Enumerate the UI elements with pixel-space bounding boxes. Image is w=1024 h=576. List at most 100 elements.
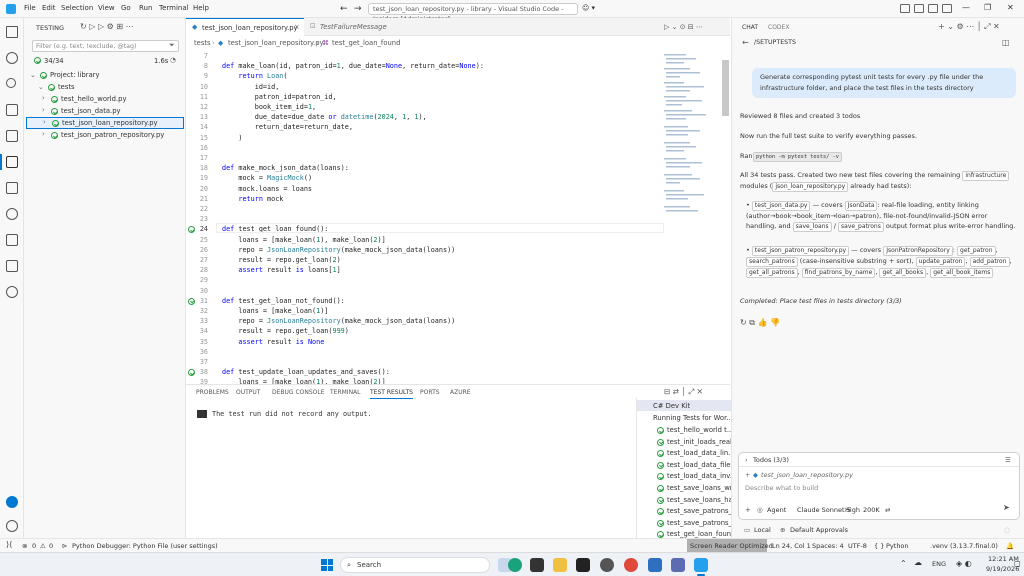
containers-icon[interactable]: [6, 234, 18, 246]
scrollbar[interactable]: [722, 60, 729, 116]
approvals-label[interactable]: Default Approvals: [790, 525, 848, 535]
restore-icon[interactable]: ❐: [984, 3, 991, 12]
remote-explorer-icon[interactable]: [6, 260, 18, 272]
method-chip[interactable]: add_patron: [969, 257, 1010, 267]
tab-output[interactable]: OUTPUT: [236, 389, 260, 396]
breadcrumb-tests[interactable]: tests: [194, 39, 211, 47]
class-chip[interactable]: JsonData: [844, 201, 878, 211]
ran-command[interactable]: python -m pytest tests/ -v: [753, 152, 842, 162]
tab-codex[interactable]: CODEX: [768, 23, 789, 33]
extensions-icon[interactable]: [6, 130, 18, 142]
toggle-panel-icon[interactable]: [928, 4, 938, 13]
vscode-insiders-icon[interactable]: [694, 558, 708, 572]
breadcrumb-function[interactable]: test_get_loan_found: [332, 39, 400, 47]
tree-item-tests[interactable]: ⌄ tests: [24, 82, 186, 93]
layout-icon[interactable]: [900, 4, 910, 13]
nav-forward-icon[interactable]: →: [354, 4, 362, 14]
testing-icon[interactable]: [6, 156, 18, 168]
result-row[interactable]: test_load_data_inv...: [667, 472, 736, 480]
tab-ports[interactable]: PORTS: [420, 389, 440, 396]
tab-test-results[interactable]: TEST RESULTS: [370, 389, 413, 399]
result-row[interactable]: test_init_loads_real...: [667, 438, 738, 446]
notification-center-icon[interactable]: ◻: [1014, 559, 1021, 568]
command-center[interactable]: test_json_loan_repository.py - library -…: [368, 3, 578, 23]
chrome-icon[interactable]: [624, 558, 638, 572]
settings-gear-icon[interactable]: [6, 520, 18, 532]
chat-input-box[interactable]: › Todos (3/3) ☰ + ◆ test_json_loan_repos…: [738, 452, 1020, 520]
indentation[interactable]: Spaces: 4: [812, 542, 844, 550]
menu-selection[interactable]: Selection: [61, 4, 93, 12]
tab-azure[interactable]: AZURE: [450, 389, 471, 396]
menu-go[interactable]: Go: [121, 4, 131, 12]
chat-actions-icons[interactable]: + ⌄ ⚙ ⋯ │ ⤢ ✕: [938, 22, 1000, 32]
result-row[interactable]: test_save_loans_wr...: [667, 484, 738, 492]
tree-item-test-json-data[interactable]: › test_json_data.py: [24, 106, 186, 117]
language-mode[interactable]: Python: [886, 542, 909, 550]
debugger-config[interactable]: Python Debugger: Python File (user setti…: [72, 542, 218, 550]
tab-terminal[interactable]: TERMINAL: [330, 389, 361, 396]
python-icon[interactable]: [6, 208, 18, 220]
github-icon[interactable]: [6, 286, 18, 298]
warning-icon[interactable]: ⚠: [40, 542, 46, 550]
azure-icon[interactable]: [6, 182, 18, 194]
openai-icon[interactable]: [600, 558, 614, 572]
minimap[interactable]: [662, 50, 720, 220]
method-chip[interactable]: get_patron: [957, 246, 996, 256]
method-chip[interactable]: get_all_patrons: [746, 268, 798, 278]
tree-item-test-json-loan-repository[interactable]: › test_json_loan_repository.py: [26, 117, 184, 129]
screen-reader-badge[interactable]: Screen Reader Optimized: [687, 539, 773, 552]
method-chip[interactable]: find_patrons_by_name: [801, 268, 876, 278]
tab-chat[interactable]: CHAT: [742, 23, 758, 33]
result-row[interactable]: test_save_patrons_...: [667, 519, 738, 527]
file-chip[interactable]: test_json_data.py: [751, 201, 811, 211]
copilot-icon[interactable]: ☺ ▾: [582, 4, 595, 12]
menu-help[interactable]: Help: [193, 4, 209, 12]
debug-icon[interactable]: ⊳: [62, 542, 67, 550]
tab-debug-console[interactable]: DEBUG CONSOLE: [272, 389, 325, 396]
method-chip[interactable]: get_all_book_items: [930, 268, 994, 278]
warning-count[interactable]: 0: [49, 542, 53, 550]
method-chip[interactable]: search_patrons: [746, 257, 798, 267]
menu-file[interactable]: File: [24, 4, 36, 12]
app3-icon[interactable]: [671, 558, 685, 572]
result-row[interactable]: test_save_patrons_...: [667, 507, 738, 515]
file-chip[interactable]: json_loan_repository.py: [772, 182, 849, 192]
edge-icon[interactable]: [508, 558, 522, 572]
windows-start-icon[interactable]: [321, 559, 333, 571]
encoding[interactable]: UTF-8: [848, 542, 867, 550]
local-label[interactable]: Local: [754, 525, 771, 535]
account-icon[interactable]: [6, 496, 18, 508]
minimize-icon[interactable]: —: [962, 3, 970, 12]
tray-chevron-icon[interactable]: ⌃: [900, 559, 907, 568]
cloud-icon[interactable]: ☁: [914, 558, 922, 567]
python-env[interactable]: .venv (3.13.7.final.0): [930, 542, 998, 550]
close-window-icon[interactable]: ✕: [1007, 3, 1014, 12]
run-debug-icon[interactable]: [6, 104, 18, 116]
app-icon[interactable]: [576, 558, 590, 572]
tree-item-test-hello-world[interactable]: › test_hello_world.py: [24, 94, 186, 105]
editor-actions-icons[interactable]: ▷ ⌄ ⊙ ⊟ ⋯: [664, 23, 703, 31]
method-chip[interactable]: save_loans: [792, 222, 832, 232]
terminal-app-icon[interactable]: [530, 558, 544, 572]
result-row[interactable]: test_save_loans_ha...: [667, 496, 739, 504]
menu-run[interactable]: Run: [139, 4, 152, 12]
error-icon[interactable]: ⊗: [22, 542, 27, 550]
source-control-icon[interactable]: [6, 78, 16, 88]
class-chip[interactable]: JsonPatronRepository: [883, 246, 953, 256]
explorer-icon[interactable]: [6, 26, 18, 38]
feedback-icons[interactable]: ↻ ⧉ 👍 👎: [740, 318, 780, 328]
code-editor[interactable]: 7 8 def make_loan(id, patron_id=1, due_dat…: [186, 50, 730, 386]
toggle-secondary-sidebar-icon[interactable]: [942, 4, 952, 13]
error-count[interactable]: 0: [32, 542, 36, 550]
method-chip[interactable]: save_patrons: [838, 222, 884, 232]
tree-item-test-json-patron-repository[interactable]: › test_json_patron_repository.py: [24, 130, 186, 141]
nav-back-icon[interactable]: ←: [340, 4, 348, 14]
tab-test-json-loan-repository[interactable]: ◆ test_json_loan_repository.py ×: [186, 18, 304, 36]
result-row[interactable]: test_load_data_file...: [667, 461, 737, 469]
file-chip[interactable]: test_json_patron_repository.py: [751, 246, 850, 256]
result-row[interactable]: test_hello_world t...: [667, 426, 733, 434]
tab-test-failure-message[interactable]: ⊡ TestFailureMessage: [304, 18, 404, 36]
menu-view[interactable]: View: [98, 4, 115, 12]
method-chip[interactable]: update_patron: [915, 257, 966, 267]
notifications-icon[interactable]: 🔔: [1006, 542, 1014, 550]
